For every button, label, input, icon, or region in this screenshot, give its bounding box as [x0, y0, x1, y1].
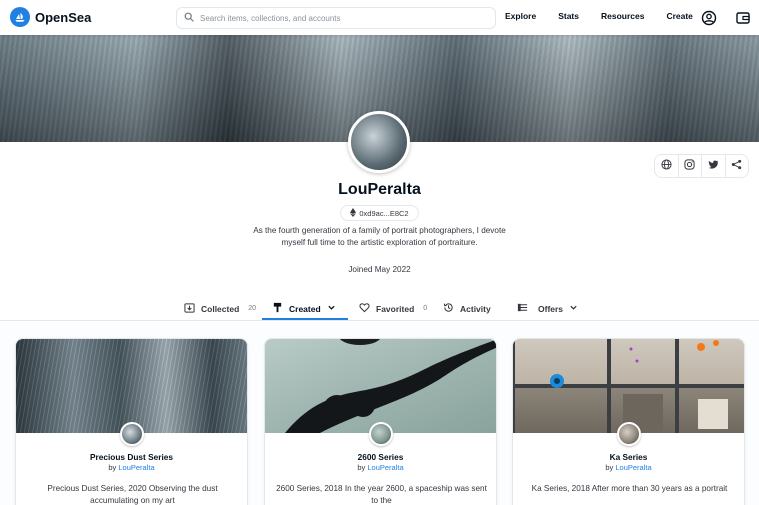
share-icon — [731, 157, 742, 175]
nav-explore[interactable]: Explore — [505, 11, 536, 21]
chevron-down-icon — [327, 303, 336, 314]
wallet-address-pill[interactable]: 0xd9ac...E8C2 — [340, 205, 419, 221]
creator-link[interactable]: LouPeralta — [118, 463, 154, 472]
collection-description: Precious Dust Series, 2020 Observing the… — [47, 484, 218, 505]
social-links — [654, 154, 749, 178]
share-button[interactable] — [726, 155, 749, 177]
active-tab-indicator — [262, 318, 348, 320]
profile-avatar — [348, 111, 410, 173]
ethereum-icon — [350, 207, 357, 219]
by-label: by — [108, 463, 117, 472]
collection-creator-line: by LouPeralta — [513, 463, 744, 472]
collection-description: Ka Series, 2018 After more than 30 years… — [531, 484, 728, 493]
collection-avatar — [120, 422, 144, 446]
tab-label: Created — [289, 303, 321, 314]
tab-count: 20 — [248, 305, 257, 312]
collected-icon — [184, 302, 195, 315]
chevron-down-icon — [569, 303, 578, 314]
profile-username: LouPeralta — [338, 181, 421, 198]
offers-icon — [517, 302, 528, 315]
search-input[interactable] — [200, 13, 490, 23]
twitter-button[interactable] — [702, 155, 726, 177]
wallet-address: 0xd9ac...E8C2 — [359, 208, 409, 218]
creator-link[interactable]: LouPeralta — [615, 463, 651, 472]
collection-avatar — [617, 422, 641, 446]
collection-banner-image — [265, 339, 496, 433]
collection-card[interactable]: Precious Dust Series by LouPeralta Preci… — [15, 338, 248, 505]
collection-creator-line: by LouPeralta — [265, 463, 496, 472]
nav-links: Explore Stats Resources Create — [505, 11, 715, 21]
nav-resources[interactable]: Resources — [601, 11, 644, 21]
profile-bio: As the fourth generation of a family of … — [253, 226, 506, 247]
twitter-icon — [708, 157, 719, 175]
top-navbar: OpenSea Explore Stats Resources Create — [0, 0, 759, 35]
wallet-icon[interactable] — [735, 10, 751, 26]
profile-tabs: Collected 20 Created Favorited 0 Activit… — [0, 296, 759, 321]
tab-label: Offers — [538, 303, 564, 314]
opensea-logo-icon — [10, 7, 30, 27]
instagram-button[interactable] — [679, 155, 702, 177]
by-label: by — [605, 463, 614, 472]
search-bar[interactable] — [176, 7, 496, 29]
collection-card[interactable]: 2600 Series by LouPeralta 2600 Series, 2… — [264, 338, 497, 505]
collection-creator-line: by LouPeralta — [16, 463, 247, 472]
collection-title: Precious Dust Series — [89, 452, 173, 462]
tab-label: Collected — [201, 303, 240, 314]
collection-title: Ka Series — [609, 452, 648, 462]
joined-date: Joined May 2022 — [348, 265, 411, 274]
collection-banner-image — [16, 339, 247, 433]
brand-logo[interactable]: OpenSea — [10, 7, 91, 27]
tab-collected[interactable]: Collected 20 — [184, 296, 256, 321]
tab-activity[interactable]: Activity — [443, 296, 491, 321]
search-icon — [184, 9, 194, 27]
collection-avatar — [369, 422, 393, 446]
website-button[interactable] — [655, 155, 679, 177]
nav-create[interactable]: Create — [666, 11, 692, 21]
tab-label: Activity — [460, 303, 491, 314]
created-icon — [272, 302, 283, 315]
collection-description: 2600 Series, 2018 In the year 2600, a sp… — [276, 484, 487, 505]
nav-stats[interactable]: Stats — [558, 11, 579, 21]
tab-favorited[interactable]: Favorited 0 — [359, 296, 427, 321]
brand-name: OpenSea — [35, 9, 92, 25]
creator-link[interactable]: LouPeralta — [367, 463, 403, 472]
favorited-icon — [359, 302, 370, 315]
globe-icon — [661, 157, 672, 175]
tab-label: Favorited — [376, 303, 415, 314]
instagram-icon — [684, 157, 695, 175]
collection-banner-image — [513, 339, 744, 433]
activity-icon — [443, 302, 454, 315]
by-label: by — [357, 463, 366, 472]
tab-offers[interactable]: Offers — [517, 296, 578, 321]
tab-count: 0 — [423, 305, 428, 312]
account-icon[interactable] — [701, 10, 717, 26]
collection-card[interactable]: Ka Series by LouPeralta Ka Series, 2018 … — [512, 338, 745, 505]
collection-title: 2600 Series — [357, 452, 404, 462]
